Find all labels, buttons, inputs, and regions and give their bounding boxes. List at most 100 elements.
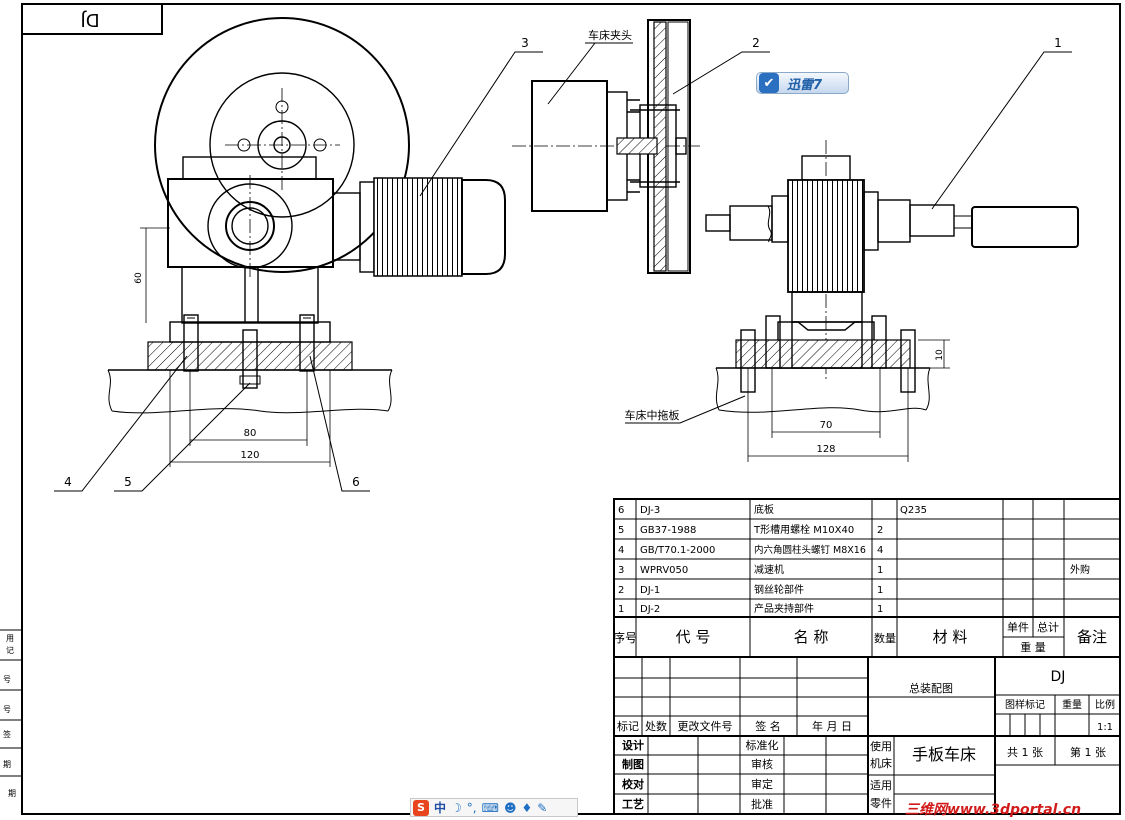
use-label-2: 机床 — [870, 756, 892, 770]
bom-name-1: 产品夹持部件 — [754, 602, 814, 615]
carriage-label: 车床中拖板 — [625, 408, 680, 422]
approval-review: 审核 — [751, 757, 773, 771]
balloon-5: 5 — [124, 475, 132, 489]
balloon-3: 3 — [521, 36, 529, 50]
motor-side — [971, 206, 1079, 248]
dim-120: 120 — [240, 450, 259, 461]
role-process: 工艺 — [622, 797, 644, 811]
bom-table: 6 DJ-3 底板 Q235 5 GB37-1988 T形槽用螺栓 M10X40… — [613, 498, 1121, 658]
bom-code-1: DJ-2 — [640, 604, 660, 615]
bom-code-3: WPRV050 — [640, 565, 688, 576]
strip-text-7: 期 — [8, 789, 16, 798]
bom-code-5: GB37-1988 — [640, 525, 696, 536]
sogou-icon[interactable]: S — [413, 799, 429, 816]
bom-qty-3: 1 — [877, 565, 883, 576]
bom-code-6: DJ-3 — [640, 505, 660, 516]
bom-no-3: 3 — [618, 565, 624, 576]
keyboard-icon[interactable]: ⌨ — [482, 800, 499, 816]
rev-header-sign: 签 名 — [755, 719, 781, 733]
bom-qty-2: 1 — [877, 585, 883, 596]
role-design: 设计 — [622, 738, 644, 752]
bom-material-6: Q235 — [900, 505, 927, 516]
balloon-6: 6 — [352, 475, 360, 489]
bom-name-4: 内六角圆柱头螺钉 M8X16 — [754, 544, 866, 556]
chuck-label: 车床夹头 — [588, 28, 632, 42]
mark-label: 图样标记 — [1005, 698, 1045, 711]
xunlei-badge[interactable]: ✔ 迅雷7 — [756, 72, 849, 94]
left-view: 60 80 120 4 5 6 3 — [54, 17, 543, 492]
scale-label: 比例 — [1095, 698, 1115, 711]
assembly-drawing: DJ 用 记 号 号 签 期 期 60 80 120 4 5 6 3 车床夹头 … — [0, 3, 1121, 815]
scale-value: 1:1 — [1097, 722, 1113, 733]
rev-header-count: 处数 — [645, 720, 667, 733]
bom-remark-3: 外购 — [1070, 563, 1090, 576]
drawing-name: 总装配图 — [909, 681, 953, 695]
strip-text-2: 记 — [6, 646, 14, 655]
motor-fins — [373, 177, 463, 277]
bom-qty-5: 2 — [877, 525, 883, 536]
strip-text-6: 期 — [3, 760, 11, 769]
use-label-1: 使用 — [870, 740, 892, 753]
bom-no-2: 2 — [618, 585, 624, 596]
bom-code-2: DJ-1 — [640, 585, 660, 596]
bom-code-4: GB/T70.1-2000 — [640, 545, 715, 556]
bom-no-4: 4 — [618, 545, 624, 556]
right-view: 10 70 128 车床中拖板 1 — [625, 36, 1079, 462]
approval-standard: 标准化 — [746, 738, 779, 752]
drawing-code: DJ — [1051, 669, 1066, 685]
sheets-total: 共 1 张 — [1007, 746, 1043, 759]
reducer-body — [167, 178, 334, 268]
bom-header-qty: 数量 — [874, 632, 896, 645]
xunlei-label: 迅雷7 — [787, 77, 823, 93]
dim-60: 60 — [134, 272, 144, 284]
sheet-number: 第 1 张 — [1070, 745, 1106, 759]
drawing-frame — [21, 3, 1121, 815]
bom-header-code: 代 号 — [676, 628, 711, 646]
bom-no-6: 6 — [618, 505, 624, 516]
dim-70: 70 — [820, 420, 833, 431]
bom-name-3: 减速机 — [754, 563, 784, 576]
bom-no-5: 5 — [618, 525, 624, 536]
balloon-4: 4 — [64, 475, 72, 489]
dim-80: 80 — [244, 428, 257, 439]
bom-header-unit: 单件 — [1007, 621, 1029, 634]
dim-128: 128 — [816, 444, 835, 455]
title-code-text: DJ — [80, 9, 99, 30]
strip-text-1: 用 — [6, 634, 14, 643]
apply-label-2: 零件 — [870, 797, 892, 810]
punctuation-icon[interactable]: °, — [467, 800, 477, 816]
bom-header-no: 序号 — [613, 630, 637, 645]
left-margin-strip: 用 记 号 号 签 期 期 — [0, 629, 22, 798]
bom-header-material: 材 料 — [933, 628, 968, 646]
strip-text-3: 号 — [3, 675, 11, 684]
bom-header-weight: 重 量 — [1020, 640, 1046, 654]
wrench-icon[interactable]: ✎ — [537, 800, 547, 816]
approval-approve: 批准 — [751, 797, 773, 811]
role-check: 校对 — [622, 777, 644, 791]
bom-name-5: T形槽用螺栓 M10X40 — [753, 523, 854, 536]
role-draw: 制图 — [622, 757, 644, 771]
bom-no-1: 1 — [618, 604, 624, 615]
middle-view: 车床夹头 2 — [512, 19, 770, 274]
strip-text-5: 签 — [3, 729, 11, 739]
bom-name-6: 底板 — [754, 503, 774, 516]
approval-verify: 审定 — [751, 777, 773, 791]
weight-label: 重量 — [1062, 698, 1082, 711]
apply-label-1: 适用 — [870, 779, 892, 792]
reducer-side — [787, 179, 865, 293]
ime-mode-label[interactable]: 中 — [434, 800, 446, 816]
bom-header-total: 总计 — [1037, 620, 1059, 634]
moon-icon[interactable]: ☽ — [451, 800, 462, 816]
balloon-2: 2 — [752, 36, 760, 50]
title-block: 标记 处数 更改文件号 签 名 年 月 日 设计 制图 校对 工艺 标准化 审核… — [613, 656, 1121, 815]
shirt-icon[interactable]: ♦ — [521, 800, 532, 816]
rev-header-mark: 标记 — [617, 719, 639, 733]
strip-text-4: 号 — [3, 705, 11, 714]
bom-header-name: 名 称 — [794, 628, 829, 646]
ime-toolbar[interactable]: S 中 ☽ °, ⌨ ☻ ♦ ✎ — [410, 798, 578, 817]
user-icon[interactable]: ☻ — [504, 800, 517, 816]
rev-header-date: 年 月 日 — [812, 719, 852, 733]
bom-qty-4: 4 — [877, 545, 883, 556]
rev-header-file: 更改文件号 — [678, 719, 733, 733]
dim-10: 10 — [935, 349, 945, 361]
